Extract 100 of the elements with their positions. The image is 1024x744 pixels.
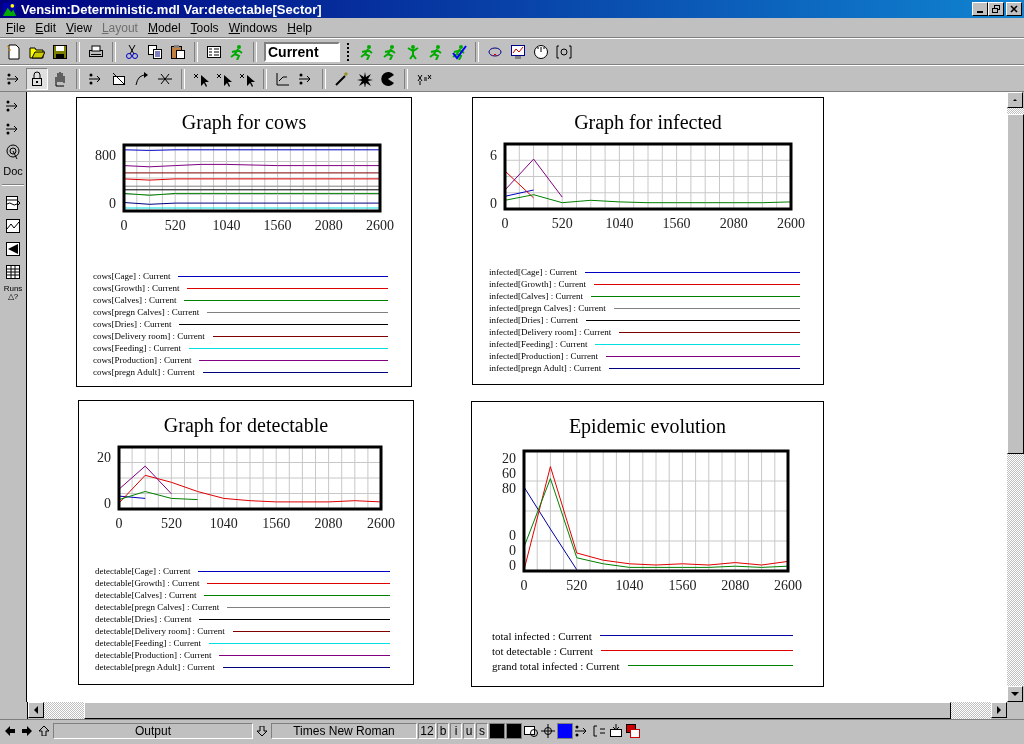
graph-title: Graph for cows: [180, 110, 308, 136]
axis-tick-label: 2600: [366, 218, 394, 233]
output-field[interactable]: Output: [53, 722, 253, 739]
scissors-icon[interactable]: [124, 43, 140, 60]
legend-label: detectable[pregn Calves] : Current: [95, 602, 220, 612]
scroll-up-button[interactable]: [1007, 92, 1023, 108]
font-field[interactable]: Times New Roman: [271, 722, 417, 739]
menu-item[interactable]: Tools: [184, 20, 223, 35]
copy-icon[interactable]: [147, 43, 163, 60]
axis-tick-label: 2080: [314, 218, 343, 233]
axis-tick-label: 0: [104, 496, 111, 511]
color-swatch[interactable]: [489, 722, 505, 739]
runs-compare-button[interactable]: Runs △?: [3, 285, 23, 301]
legend-label: infected[pregn Calves] : Current: [489, 303, 606, 313]
legend-label: total infected : Current: [492, 629, 592, 642]
clipboard-icon[interactable]: [170, 43, 186, 60]
axis-tick-label: 80: [502, 481, 516, 496]
layers-icon[interactable]: [625, 722, 641, 739]
legend-label: detectable[Cage] : Current: [95, 566, 191, 576]
menu-item[interactable]: Model: [141, 20, 185, 35]
legend-label: cows[Growth] : Current: [93, 283, 180, 293]
scroll-right-button[interactable]: [991, 702, 1007, 718]
axis-tick-label: 0: [520, 578, 528, 593]
axis-tick-label: 520: [164, 218, 186, 233]
variable-icon[interactable]: [608, 722, 624, 739]
color-swatch[interactable]: [506, 722, 522, 739]
vertical-scrollbar[interactable]: [1007, 92, 1024, 702]
axis-tick-label: 20: [97, 449, 111, 465]
legend-label: detectable[Production] : Current: [95, 650, 212, 660]
axis-tick-label: 0: [501, 216, 509, 231]
chart-screen-icon[interactable]: [510, 43, 526, 60]
triangle-right-icon[interactable]: [995, 706, 1003, 714]
color-swatch[interactable]: [557, 722, 573, 739]
table-icon[interactable]: [5, 264, 21, 280]
menu-item[interactable]: Help: [281, 20, 316, 35]
font-size-field[interactable]: 12: [418, 722, 436, 739]
legend-label: cows[Dries] : Current: [93, 319, 172, 329]
text-style-button[interactable]: s: [476, 722, 488, 739]
printer-icon[interactable]: [88, 43, 104, 60]
axis-tick-label: 0: [509, 558, 516, 573]
legend-label: infected[Growth] : Current: [489, 279, 586, 289]
axis-tick-label: 2600: [774, 578, 802, 593]
legend-label: cows[pregn Adult] : Current: [93, 367, 195, 377]
triangle-down-icon[interactable]: [1011, 690, 1019, 698]
bracket-icon[interactable]: [556, 43, 572, 60]
app-icon: [2, 1, 17, 17]
radar-icon[interactable]: [5, 144, 21, 160]
legend-label: detectable[Dries] : Current: [95, 614, 192, 624]
graph-icon[interactable]: [5, 218, 21, 234]
axis-tick-label: 0: [115, 516, 123, 531]
panel-icon[interactable]: [206, 43, 222, 60]
new-page-icon[interactable]: [6, 43, 22, 60]
axis-tick-label: 1560: [262, 516, 291, 531]
scroll-left-button[interactable]: [28, 702, 44, 718]
text-style-button[interactable]: i: [450, 722, 462, 739]
legend-label: infected[pregn Adult] : Current: [489, 363, 602, 373]
run-name-field[interactable]: Current: [264, 41, 340, 62]
text-style-button[interactable]: u: [463, 722, 475, 739]
menu-item[interactable]: Edit: [29, 20, 61, 35]
legend-label: cows[Production] : Current: [93, 355, 192, 365]
legend-label: cows[Cage] : Current: [93, 271, 171, 281]
legend-label: cows[Feeding] : Current: [93, 343, 181, 353]
axis-tick-label: 1040: [605, 216, 634, 231]
legend-label: cows[Calves] : Current: [93, 295, 177, 305]
legend-label: detectable[pregn Adult] : Current: [95, 662, 215, 672]
tree-icon[interactable]: [5, 241, 21, 257]
position-icon[interactable]: [591, 722, 607, 739]
axis-tick-label: 2080: [719, 216, 748, 231]
axis-tick-label: 60: [502, 466, 516, 481]
scroll-track[interactable]: [1007, 108, 1024, 114]
axis-tick-label: 1040: [212, 218, 241, 233]
graph-title: Graph for detectable: [162, 413, 330, 439]
axis-tick-label: 0: [509, 543, 516, 558]
axis-tick-label: 20: [502, 451, 516, 466]
menu-item[interactable]: File: [0, 20, 30, 35]
legend-label: cows[pregn Calves] : Current: [93, 307, 200, 317]
menu-item[interactable]: Windows: [222, 20, 282, 35]
gauge-icon[interactable]: [533, 43, 549, 60]
strip-graph-icon[interactable]: [5, 195, 21, 211]
menu-item[interactable]: View: [60, 20, 96, 35]
triangle-left-icon[interactable]: [32, 706, 40, 714]
axis-tick-label: 800: [95, 147, 116, 163]
axis-tick-label: 2600: [367, 516, 395, 531]
checkmark-runner-icon[interactable]: [451, 43, 467, 60]
text-style-button[interactable]: b: [437, 722, 449, 739]
triangle-up-icon[interactable]: [1011, 98, 1019, 102]
axis-tick-label: 1040: [615, 578, 644, 593]
legend-label: cows[Delivery room] : Current: [93, 331, 205, 341]
axis-tick-label: 0: [109, 196, 116, 212]
legend-label: infected[Delivery room] : Current: [489, 327, 612, 337]
scroll-down-button[interactable]: [1007, 686, 1023, 702]
axis-tick-label: 1560: [662, 216, 691, 231]
graph-title: Epidemic evolution: [567, 414, 728, 440]
axis-tick-label: 2600: [777, 216, 805, 231]
legend-label: detectable[Growth] : Current: [95, 578, 200, 588]
axis-tick-label: 2080: [721, 578, 750, 593]
axis-tick-label: 6: [490, 148, 497, 164]
scroll-thumb[interactable]: [1007, 114, 1024, 454]
crosshair-icon[interactable]: [540, 722, 556, 739]
doc-button[interactable]: Doc: [3, 165, 23, 177]
